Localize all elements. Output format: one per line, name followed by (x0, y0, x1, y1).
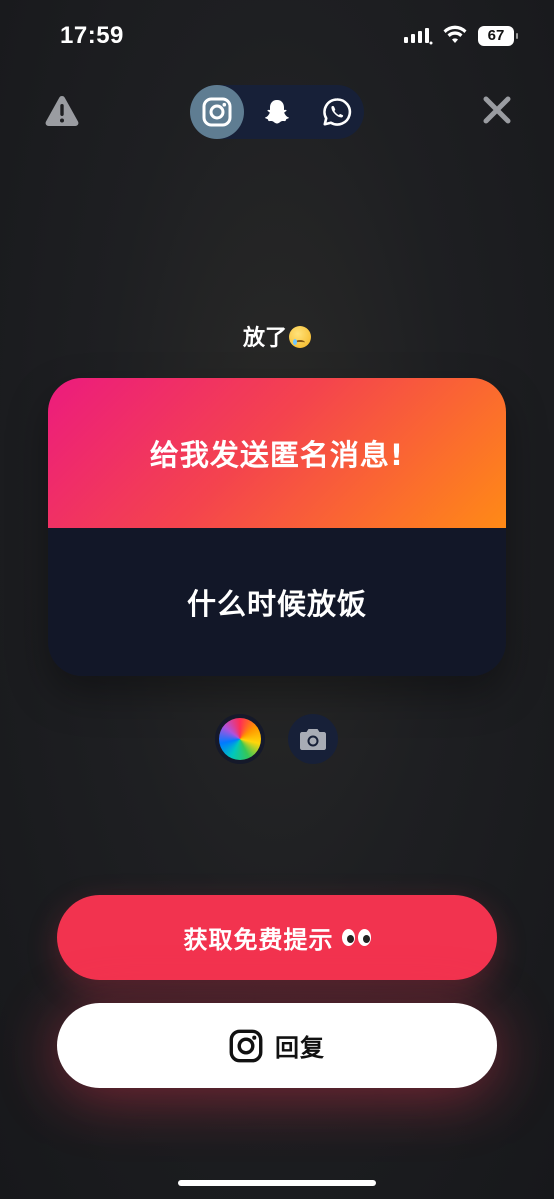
face-holding-back-tears-emoji (289, 326, 311, 348)
reply-button[interactable]: 回复 (57, 1003, 497, 1088)
status-bar: 17:59 67 (0, 0, 554, 70)
card-header: 给我发送匿名消息! (48, 378, 506, 528)
instagram-icon (229, 1029, 263, 1062)
camera-icon (300, 729, 326, 750)
card-message: 什么时候放饭 (186, 587, 367, 621)
share-target-switcher (190, 85, 364, 139)
message-card: 给我发送匿名消息! 什么时候放饭 (48, 378, 506, 676)
instagram-icon (202, 97, 232, 127)
close-button[interactable] (479, 92, 515, 128)
share-option-instagram[interactable] (190, 85, 244, 139)
question-text: 放了 (242, 326, 287, 351)
status-time: 17:59 (60, 22, 124, 49)
reply-label: 回复 (275, 1034, 325, 1062)
get-free-hint-button[interactable]: 获取免费提示 (57, 895, 497, 980)
home-indicator[interactable] (178, 1180, 376, 1186)
close-icon (483, 96, 511, 124)
share-option-whatsapp[interactable] (310, 85, 364, 139)
snapchat-icon (265, 100, 289, 124)
card-body: 什么时候放饭 (48, 528, 506, 676)
camera-button[interactable] (288, 714, 338, 764)
share-option-snapchat[interactable] (250, 85, 304, 139)
card-prompt: 给我发送匿名消息! (149, 438, 405, 472)
color-picker-button[interactable] (219, 718, 261, 760)
hint-label: 获取免费提示 (183, 926, 334, 954)
warning-icon (45, 96, 79, 126)
eyes-emoji (341, 929, 371, 946)
question-label: 放了 (0, 320, 554, 352)
battery-indicator: 67 (478, 26, 518, 46)
cellular-signal-icon (404, 28, 433, 45)
report-button[interactable] (44, 93, 80, 129)
whatsapp-icon (323, 98, 352, 126)
wifi-icon (443, 25, 467, 43)
